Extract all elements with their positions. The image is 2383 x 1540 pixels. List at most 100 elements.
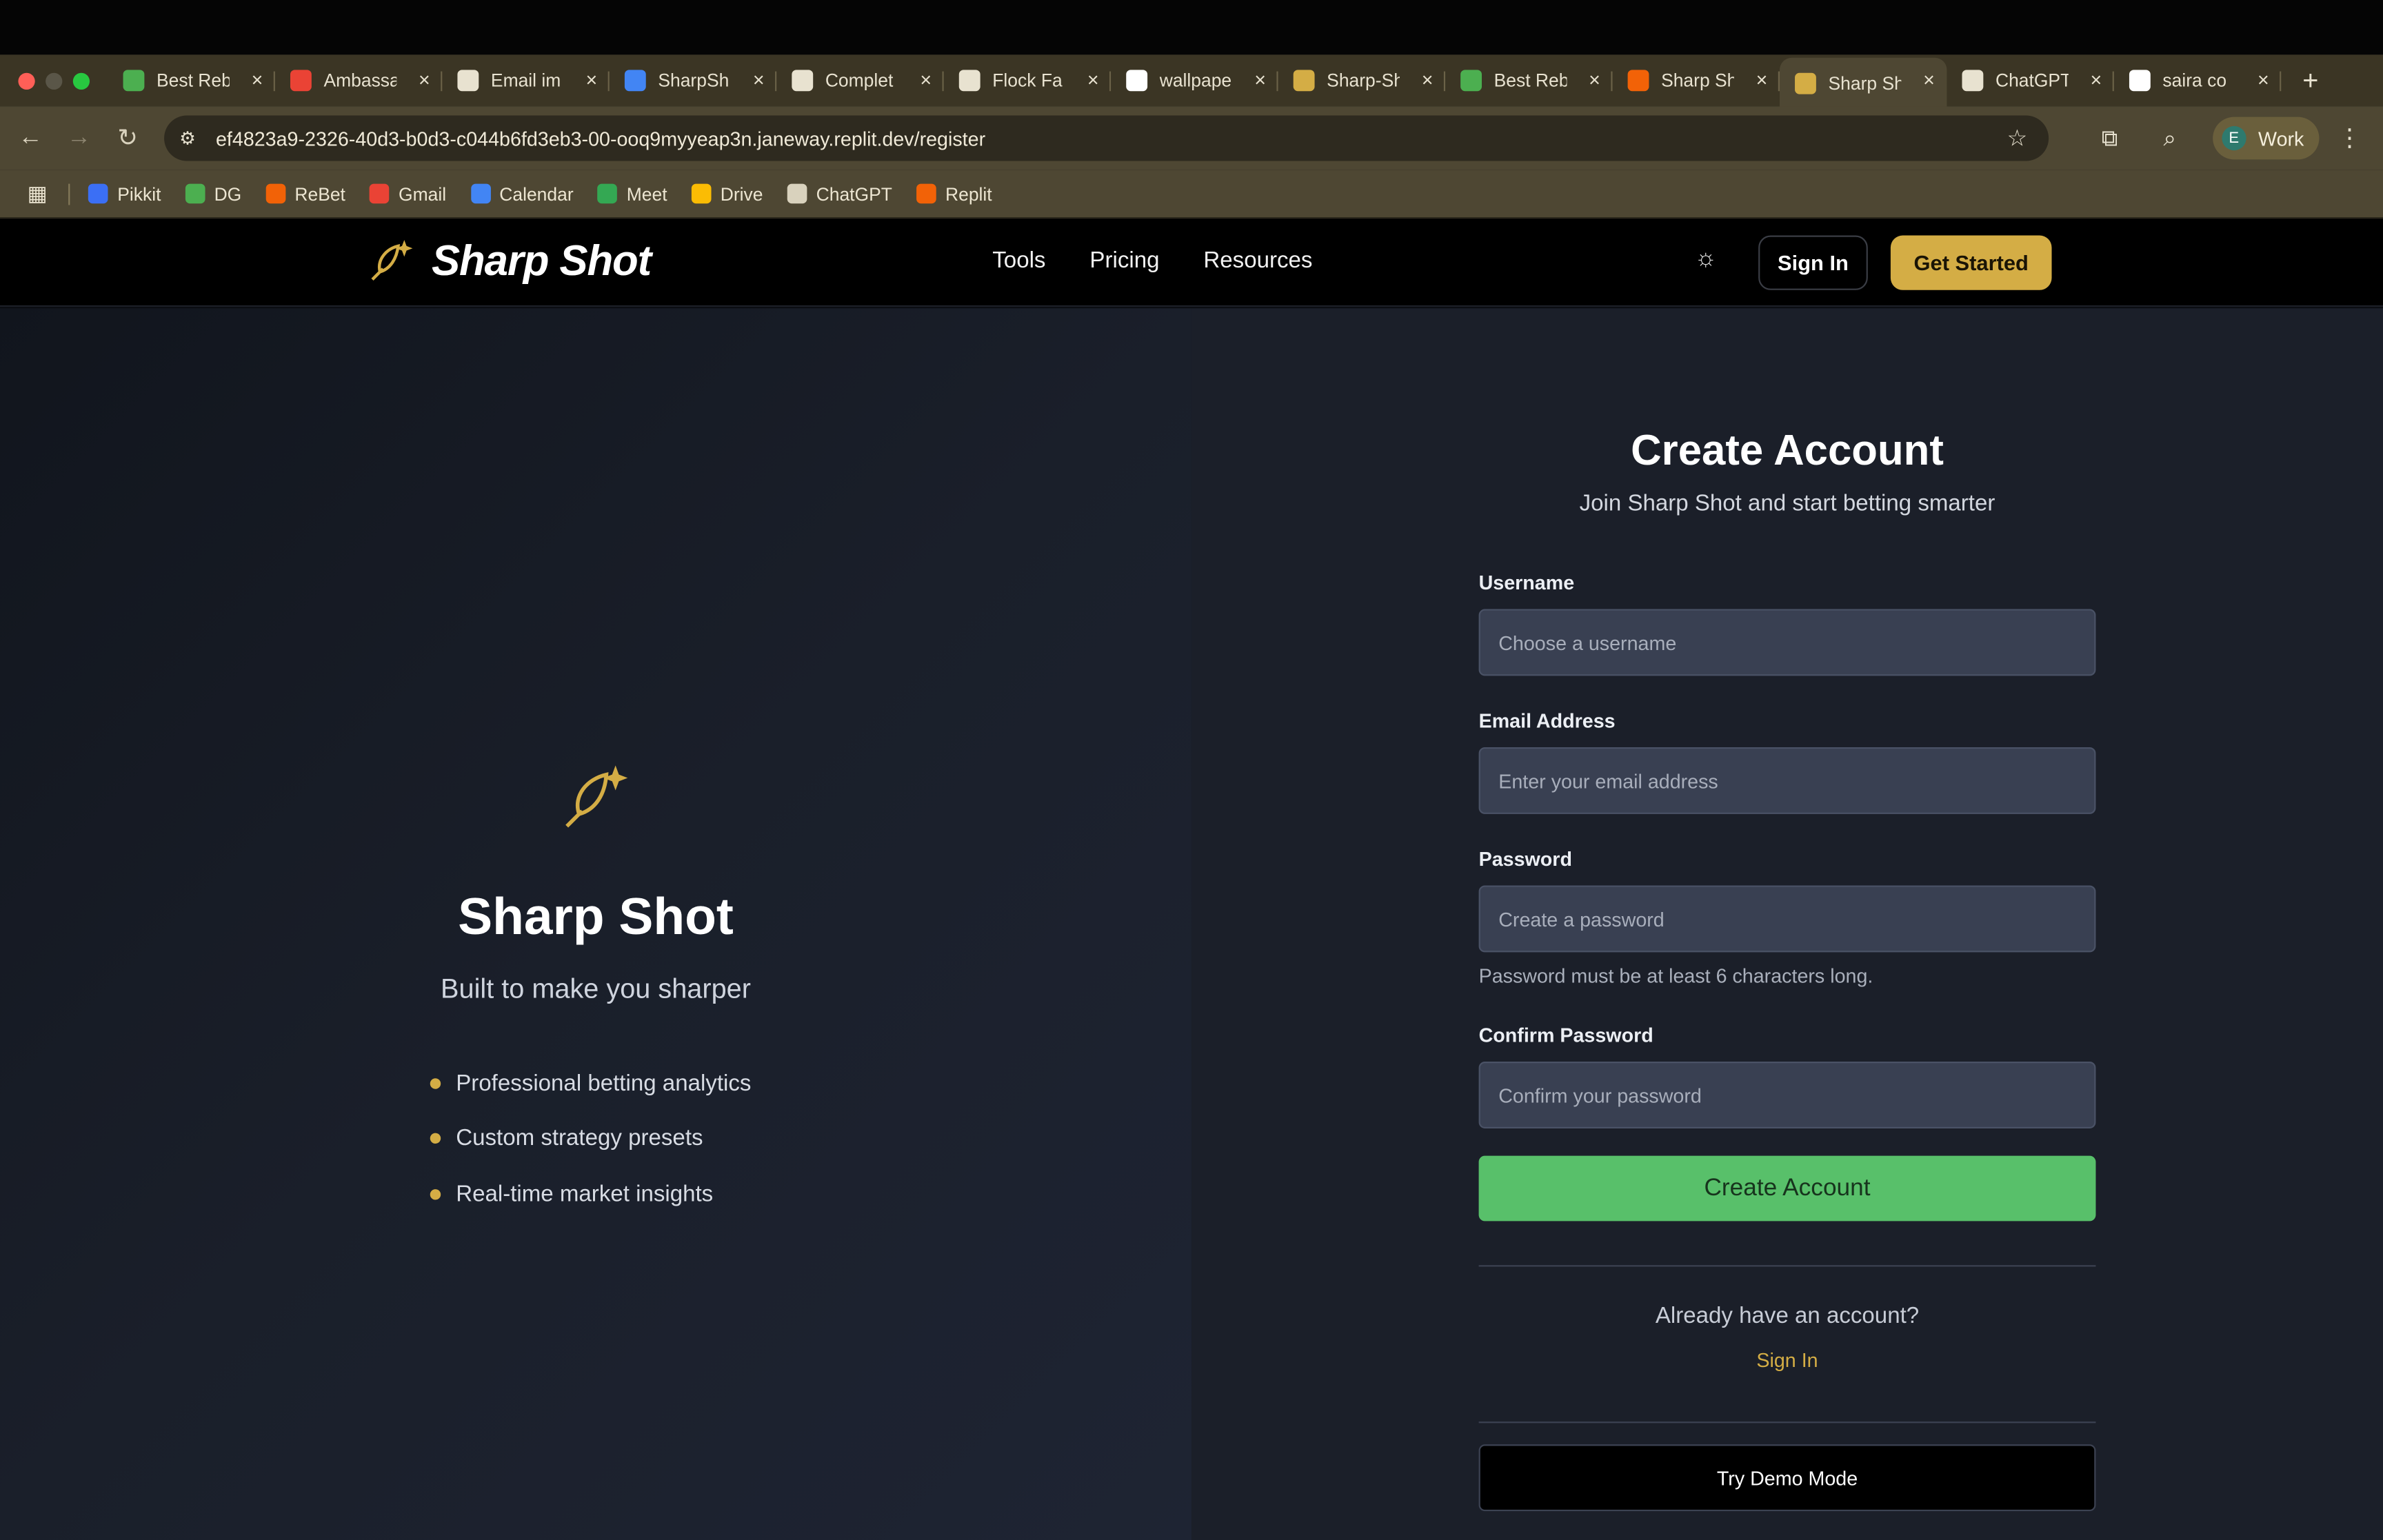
sharpshot-logo-icon — [371, 240, 413, 281]
form-title: Create Account — [1631, 427, 1944, 474]
divider — [1478, 1265, 2096, 1267]
reload-icon[interactable]: ↻ — [103, 123, 152, 153]
close-tab-icon[interactable]: × — [753, 68, 765, 91]
password-input[interactable] — [1478, 885, 2096, 953]
bookmark-item[interactable]: Drive — [691, 183, 763, 204]
bookmark-item[interactable]: ReBet — [265, 183, 345, 204]
apps-grid-icon[interactable]: ▦ — [28, 181, 48, 206]
bookmark-favicon-icon — [265, 183, 286, 204]
bookmark-label: ChatGPT — [816, 183, 892, 205]
browser-tab[interactable]: Ambassa × — [275, 58, 443, 103]
url-text[interactable]: ef4823a9-2326-40d3-b0d3-c044b6fd3eb3-00-… — [216, 127, 985, 150]
extensions-icon[interactable]: ⧉ — [2102, 125, 2118, 151]
nav-resources[interactable]: Resources — [1203, 247, 1312, 273]
bookmark-item[interactable]: Meet — [597, 183, 667, 205]
list-item: Real-time market insights — [430, 1166, 752, 1222]
bookmark-favicon-icon — [691, 183, 712, 204]
tab-search-icon[interactable]: ⌕ — [2164, 125, 2177, 151]
bookmarks-bar: ▦ Pikkit DG ReBet Gmail Calendar Meet Drive Cha… — [0, 170, 2383, 219]
bookmark-star-icon[interactable]: ☆ — [2007, 125, 2028, 152]
username-label: Username — [1478, 571, 1575, 594]
browser-menu-icon[interactable]: ⋮ — [2337, 123, 2362, 153]
bookmark-favicon-icon — [185, 183, 205, 204]
close-tab-icon[interactable]: × — [2258, 68, 2269, 91]
feature-list: Professional betting analytics Custom st… — [430, 1055, 752, 1222]
maximize-window-button[interactable] — [72, 72, 90, 89]
sign-in-link[interactable]: Sign In — [1192, 1348, 2383, 1371]
close-tab-icon[interactable]: × — [1422, 68, 1434, 91]
profile-label: Work — [2258, 126, 2304, 150]
browser-tab[interactable]: wallpape × — [1111, 58, 1278, 103]
already-account-text: Already have an account? — [1655, 1303, 1920, 1329]
browser-tab[interactable]: SharpSh × — [610, 58, 777, 103]
bookmark-favicon-icon — [597, 183, 618, 204]
header-sign-in-button[interactable]: Sign In — [1758, 235, 1868, 290]
browser-tab[interactable]: ChatGPT × — [1947, 58, 2114, 103]
close-tab-icon[interactable]: × — [1254, 68, 1266, 91]
bookmark-item[interactable]: DG — [185, 183, 241, 204]
bookmark-label: Pikkit — [117, 183, 161, 205]
theme-toggle-sun-icon[interactable]: ☼ — [1695, 246, 1717, 274]
close-tab-icon[interactable]: × — [2091, 68, 2102, 91]
close-tab-icon[interactable]: × — [1923, 68, 1935, 91]
browser-tab[interactable]: Sharp-Sh × — [1278, 58, 1446, 103]
get-started-button[interactable]: Get Started — [1890, 235, 2052, 290]
profile-button[interactable]: E Work — [2212, 116, 2320, 160]
github-icon — [792, 70, 814, 92]
site-settings-icon[interactable]: ⚙ — [179, 128, 201, 149]
list-item: Custom strategy presets — [430, 1111, 752, 1166]
try-demo-button[interactable]: Try Demo Mode — [1478, 1444, 2096, 1512]
calendar-icon — [624, 70, 646, 92]
address-bar[interactable]: ⚙ ef4823a9-2326-40d3-b0d3-c044b6fd3eb3-0… — [164, 115, 2049, 161]
bookmark-favicon-icon — [88, 183, 109, 204]
back-icon[interactable]: ← — [6, 125, 55, 152]
browser-tab[interactable]: Best Reb × — [1445, 58, 1613, 103]
browser-tab[interactable]: Email im × — [442, 58, 610, 103]
bookmark-item[interactable]: Pikkit — [88, 183, 161, 204]
username-input[interactable] — [1478, 609, 2096, 676]
feature-text: Custom strategy presets — [456, 1126, 703, 1152]
browser-tab[interactable]: Flock Fa × — [944, 58, 1112, 103]
site-logo[interactable]: Sharp Shot — [368, 237, 652, 286]
sharpshot-icon — [1795, 72, 1816, 94]
nav-tools[interactable]: Tools — [992, 247, 1045, 273]
flock-icon — [958, 70, 981, 92]
new-tab-icon[interactable]: + — [2302, 65, 2318, 97]
tab-label: Sharp-Sh — [1327, 70, 1400, 92]
browser-tab[interactable]: Sharp Sh × — [1613, 58, 1780, 103]
browser-tab[interactable]: Complet × — [776, 58, 944, 103]
tab-label: Sharp Sh — [1661, 70, 1734, 92]
confirm-password-label: Confirm Password — [1478, 1023, 1653, 1047]
bookmark-item[interactable]: Calendar — [470, 183, 574, 204]
bookmark-favicon-icon — [470, 183, 491, 204]
close-tab-icon[interactable]: × — [419, 68, 430, 91]
google-icon — [1126, 70, 1148, 92]
bookmark-item[interactable]: Replit — [916, 183, 992, 204]
nav-pricing[interactable]: Pricing — [1089, 247, 1159, 273]
avatar: E — [2222, 125, 2246, 151]
browser-tab[interactable]: Sharp Sh × — [1780, 57, 1947, 110]
create-account-button[interactable]: Create Account — [1478, 1155, 2096, 1222]
browser-tab[interactable]: Best Reb × — [108, 58, 275, 103]
browser-tab[interactable]: saira co × — [2114, 58, 2282, 103]
close-tab-icon[interactable]: × — [1756, 68, 1768, 91]
tab-label: Email im — [490, 70, 561, 92]
close-tab-icon[interactable]: × — [252, 68, 263, 91]
close-window-button[interactable] — [18, 72, 35, 89]
bookmark-item[interactable]: Gmail — [370, 183, 446, 204]
close-tab-icon[interactable]: × — [1589, 68, 1600, 91]
close-tab-icon[interactable]: × — [920, 68, 932, 91]
bookmark-label: Meet — [626, 183, 667, 205]
confirm-password-input[interactable] — [1478, 1062, 2096, 1128]
sharpshot-icon — [1293, 70, 1315, 92]
email-input[interactable] — [1478, 747, 2096, 814]
forward-icon[interactable]: → — [54, 125, 103, 152]
link-icon — [1460, 70, 1482, 92]
close-tab-icon[interactable]: × — [1087, 68, 1099, 91]
main-nav: Tools Pricing Resources — [992, 247, 1312, 273]
google-icon — [2129, 70, 2151, 92]
close-tab-icon[interactable]: × — [585, 68, 597, 91]
minimize-window-button[interactable] — [46, 72, 63, 89]
bookmark-item[interactable]: ChatGPT — [787, 183, 892, 204]
browser-toolbar: ← → ↻ ⚙ ef4823a9-2326-40d3-b0d3-c044b6fd… — [0, 106, 2383, 170]
